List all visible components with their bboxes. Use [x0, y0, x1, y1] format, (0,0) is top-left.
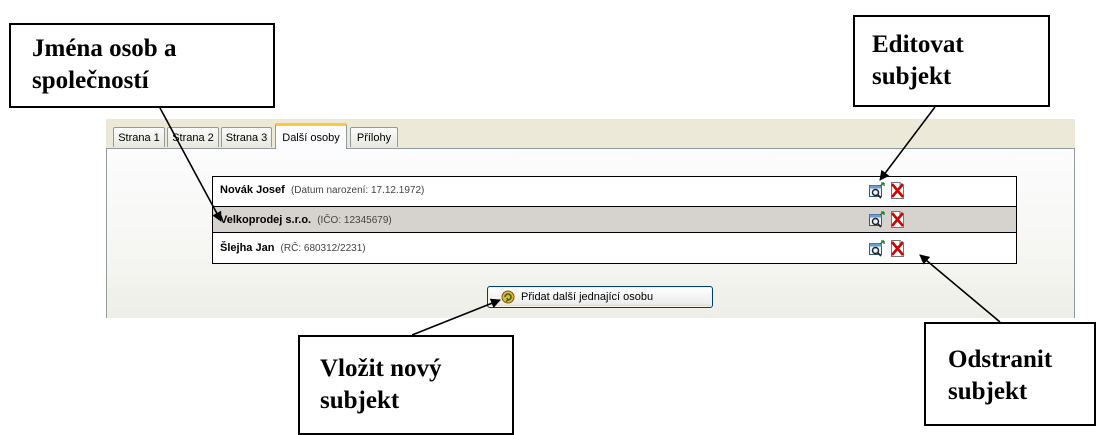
tab-strana-3[interactable]: Strana 3: [221, 127, 272, 147]
tab-dalsi-osoby[interactable]: Další osoby: [275, 123, 347, 149]
subject-row[interactable]: Šlejha Jan (RČ: 680312/2231): [213, 235, 1016, 262]
add-person-icon: [501, 290, 515, 311]
subject-row[interactable]: Velkoprodej s.r.o. (IČO: 12345679): [213, 206, 1016, 233]
callout-insert: Vložit nový subjekt: [298, 335, 514, 435]
callout-remove-line1: Odstranit: [948, 346, 1053, 373]
edit-subject-icon[interactable]: [868, 211, 885, 228]
tab-strana-2[interactable]: Strana 2: [167, 127, 219, 147]
edit-subject-icon[interactable]: [868, 182, 885, 199]
callout-names-line1: Jména osob a: [32, 35, 177, 62]
subject-detail: (RČ: 680312/2231): [280, 243, 366, 254]
tab-prilohy[interactable]: Přílohy: [350, 127, 398, 147]
callout-edit: Editovat subjekt: [853, 15, 1050, 107]
subject-name: Novák Josef: [220, 184, 285, 196]
edit-subject-icon[interactable]: [868, 240, 885, 257]
callout-names: Jména osob a společností: [9, 23, 275, 108]
add-person-label: Přidat další jednající osobu: [521, 291, 654, 303]
tab-bar: Strana 1 Strana 2 Strana 3 Další osoby P…: [106, 119, 1075, 149]
subject-name: Velkoprodej s.r.o.: [220, 214, 312, 226]
subject-name: Šlejha Jan: [220, 242, 275, 254]
subject-detail: (Datum narození: 17.12.1972): [290, 185, 425, 196]
tab-panel-dalsi-osoby: Novák Josef (Datum narození: 17.12.1972)…: [106, 148, 1075, 318]
callout-edit-line2: subjekt: [872, 63, 952, 90]
callout-remove-line2: subjekt: [948, 378, 1028, 405]
callout-names-line2: společností: [32, 67, 149, 94]
subject-list: Novák Josef (Datum narození: 17.12.1972)…: [212, 176, 1017, 264]
callout-remove: Odstranit subjekt: [924, 322, 1096, 426]
tab-strana-1[interactable]: Strana 1: [113, 127, 165, 147]
delete-subject-icon[interactable]: [889, 211, 906, 228]
delete-subject-icon[interactable]: [889, 182, 906, 199]
add-person-button[interactable]: Přidat další jednající osobu: [487, 286, 713, 308]
subject-row[interactable]: Novák Josef (Datum narození: 17.12.1972): [213, 177, 1016, 204]
callout-insert-line2: subjekt: [320, 387, 400, 414]
delete-subject-icon[interactable]: [889, 240, 906, 257]
callout-edit-line1: Editovat: [872, 31, 964, 58]
app-window: Strana 1 Strana 2 Strana 3 Další osoby P…: [106, 119, 1075, 319]
subject-detail: (IČO: 12345679): [317, 215, 392, 226]
callout-insert-line1: Vložit nový: [320, 355, 442, 382]
